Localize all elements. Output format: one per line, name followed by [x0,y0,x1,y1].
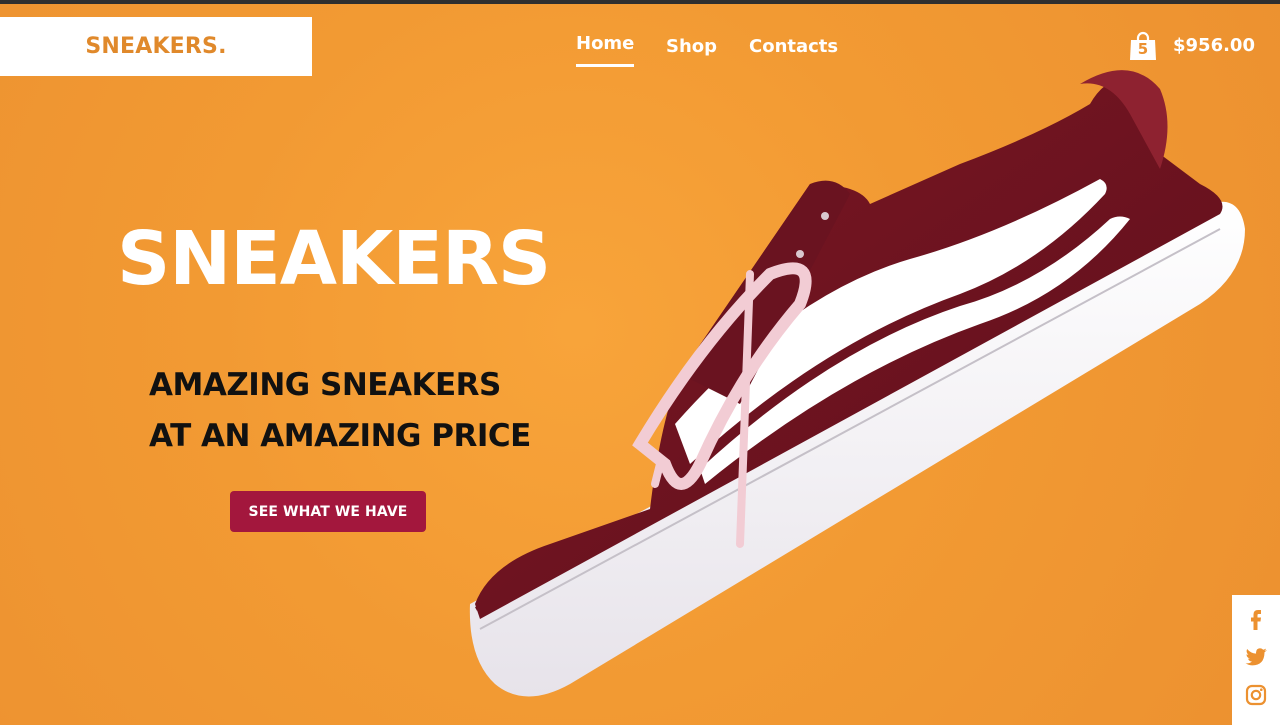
twitter-icon[interactable] [1244,645,1268,669]
social-sidebar [1232,595,1280,725]
logo-box[interactable]: SNEAKERS. [0,17,312,76]
facebook-icon[interactable] [1244,607,1268,631]
cart-count: 5 [1137,40,1149,58]
cart[interactable]: 5 $956.00 [1129,27,1259,63]
hero-title: SNEAKERS [117,216,551,302]
logo: SNEAKERS. [85,34,227,59]
nav-shop[interactable]: Shop [666,36,717,57]
instagram-icon[interactable] [1244,683,1268,707]
nav-contacts[interactable]: Contacts [749,36,838,57]
nav-home[interactable]: Home [576,33,635,67]
hero-subtitle-line-1: AMAZING SNEAKERS [149,367,501,403]
cart-total: $956.00 [1173,35,1255,56]
hero-section: SNEAKERS. Home Shop Contacts 5 $956.00 S… [0,4,1280,725]
hero-subtitle: AMAZING SNEAKERS AT AN AMAZING PRICE [149,360,569,462]
see-what-we-have-button[interactable]: SEE WHAT WE HAVE [230,491,426,532]
hero-subtitle-line-2: AT AN AMAZING PRICE [149,418,531,454]
